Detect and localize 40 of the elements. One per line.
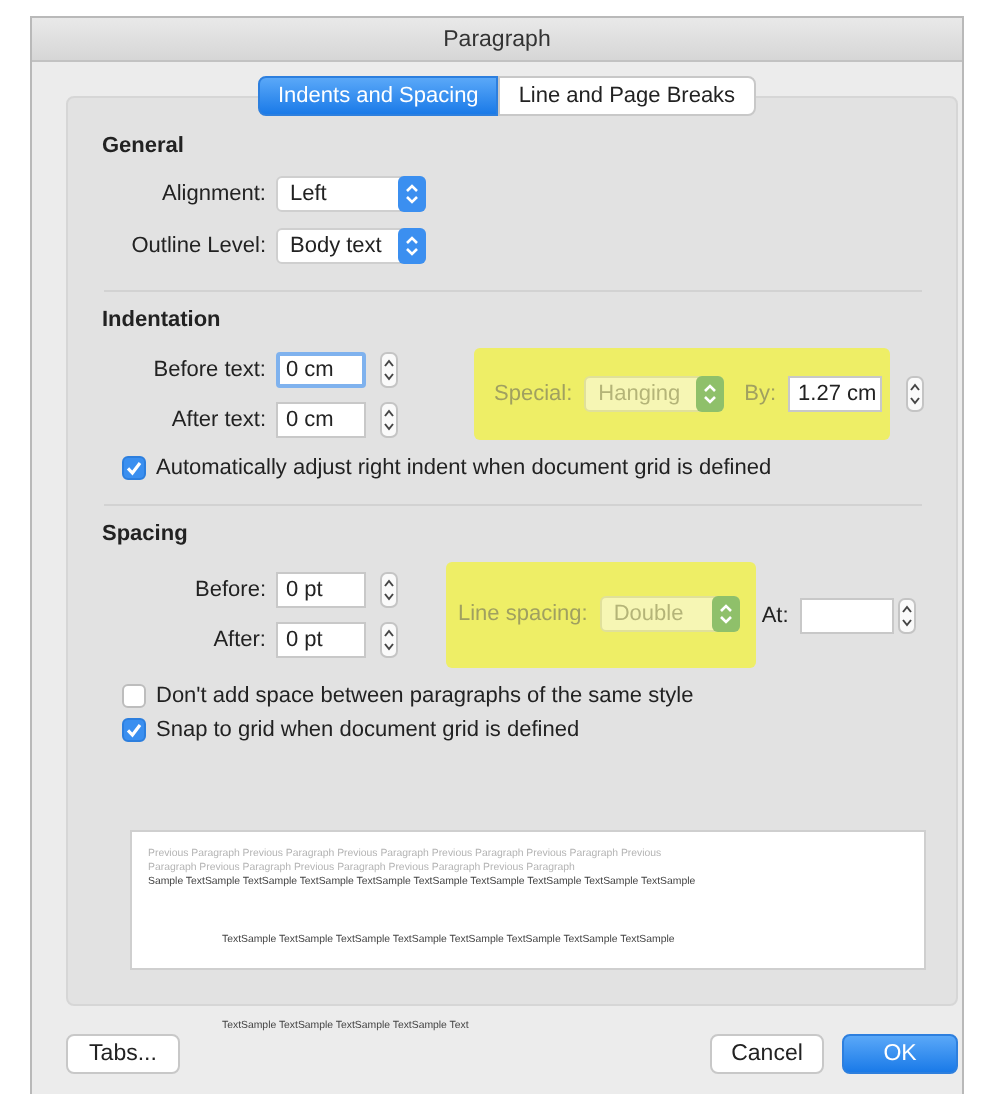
field-label: Alignment: [160, 182, 266, 206]
dialog-button[interactable]: Cancel [710, 1034, 824, 1074]
field-label: Special: [494, 382, 573, 406]
field-label: After text: [169, 407, 266, 431]
stepper-icon[interactable] [380, 401, 398, 437]
chevron-icon [398, 176, 426, 212]
chevron-icon [711, 596, 740, 632]
stepper-icon[interactable] [898, 597, 917, 633]
chevron-icon [398, 228, 426, 264]
field-label: Outline Level: [129, 234, 266, 258]
popup-button[interactable]: Left [276, 176, 426, 212]
field-label: By: [744, 382, 777, 406]
stepper-icon[interactable] [380, 572, 398, 608]
field-label: Before text: [151, 357, 266, 381]
input-field[interactable]: 0 pt [276, 572, 366, 608]
checkbox[interactable] [122, 718, 146, 742]
field-label: Line spacing: [458, 602, 588, 626]
popup-button[interactable]: Body text [276, 228, 426, 264]
section-heading: Spacing [102, 522, 190, 546]
field-label: At: [761, 603, 789, 627]
input-field[interactable]: 0 pt [276, 622, 366, 658]
field-label: After: [211, 628, 266, 652]
checkbox-label: Automatically adjust right indent when document grid is defined [156, 456, 772, 480]
dialog-button[interactable]: Tabs... [66, 1034, 180, 1074]
tab[interactable]: Line and Page Breaks [498, 76, 756, 116]
chevron-icon [696, 376, 725, 412]
section-heading: Indentation [102, 308, 223, 332]
checkbox[interactable] [122, 684, 146, 708]
stepper-icon[interactable] [380, 622, 398, 658]
checkbox[interactable] [122, 456, 146, 480]
section-heading: General [102, 134, 186, 158]
stepper-icon[interactable] [380, 351, 398, 387]
input-field[interactable]: 0 cm [276, 351, 366, 387]
window-title: Paragraph [443, 27, 551, 51]
checkbox-label: Snap to grid when document grid is defined [156, 718, 580, 742]
input-field[interactable]: 0 cm [276, 401, 366, 437]
input-field[interactable] [800, 597, 895, 633]
stepper-icon[interactable] [906, 376, 925, 412]
field-label: Before: [193, 578, 266, 602]
checkbox-label: Don't add space between paragraphs of the same style [156, 684, 694, 708]
